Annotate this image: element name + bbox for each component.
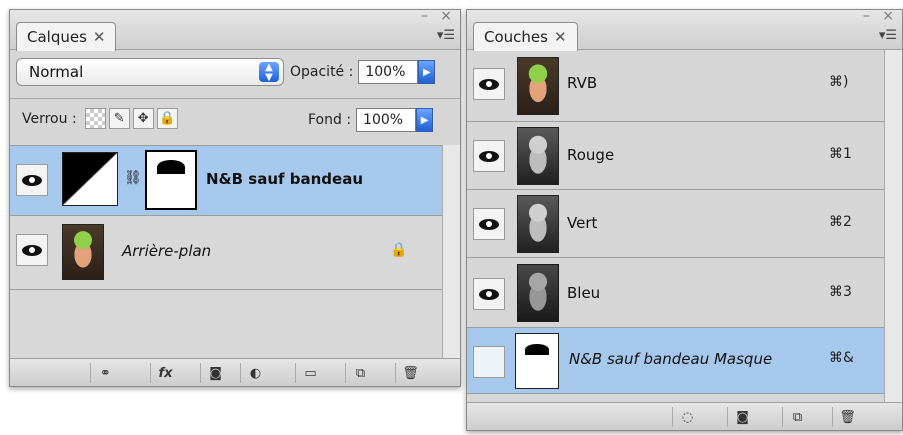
layer-name: N&B sauf bandeau (206, 170, 364, 188)
divider (10, 98, 460, 99)
visibility-eye-icon[interactable] (473, 278, 505, 310)
close-icon[interactable]: ✕ (554, 24, 567, 51)
channel-thumbnail (517, 57, 559, 115)
layers-panel-header: Calques ✕ – × ▾☰ (10, 8, 460, 51)
visibility-toggle-empty[interactable] (473, 346, 505, 378)
blend-mode-select[interactable]: Normal ▲ ▼ (16, 58, 284, 86)
trash-icon[interactable]: 🗑 (395, 363, 425, 383)
new-layer-icon[interactable]: ⧉ (345, 363, 375, 383)
lock-label: Verrou : (22, 110, 77, 127)
opacity-label: Opacité : (290, 64, 354, 80)
fill-control: Fond : 100% ▶ (308, 108, 434, 132)
mask-channel-thumbnail (515, 333, 559, 389)
fill-label: Fond : (308, 112, 352, 128)
collapse-icon[interactable]: – × (863, 8, 898, 24)
scrollbar[interactable] (884, 50, 902, 402)
mask-thumbnail[interactable] (145, 150, 197, 210)
scrollbar[interactable] (442, 145, 460, 358)
collapse-icon[interactable]: – × (421, 8, 456, 24)
adjustment-layer-icon[interactable]: ◐ (240, 363, 270, 383)
lock-icon: 🔒 (390, 242, 408, 258)
channel-shortcut: ⌘1 (829, 146, 852, 162)
visibility-eye-icon[interactable] (16, 164, 48, 196)
channel-name: RVB (567, 74, 598, 92)
visibility-eye-icon[interactable] (473, 208, 505, 240)
lock-all-icon[interactable]: 🔒 (156, 108, 178, 129)
opacity-arrow-icon[interactable]: ▶ (418, 60, 436, 84)
new-channel-icon[interactable]: ⧉ (782, 407, 812, 427)
lock-move-icon[interactable]: ✥ (132, 108, 154, 129)
channels-footer: ◌ ◙ ⧉ 🗑 (467, 402, 902, 430)
channel-shortcut: ⌘& (829, 350, 854, 366)
channel-shortcut: ⌘) (829, 74, 849, 90)
lock-controls: Verrou : ✎ ✥ 🔒 (22, 108, 178, 129)
channel-name: N&B sauf bandeau Masque (569, 350, 773, 368)
tab-couches-label: Couches (484, 27, 548, 46)
layer-thumbnail (62, 224, 104, 280)
layers-panel: Calques ✕ – × ▾☰ Normal ▲ ▼ Opacité : 100… (9, 8, 461, 387)
blend-mode-value: Normal (29, 63, 84, 81)
channel-row[interactable]: RVB ⌘) (467, 50, 884, 122)
channel-row[interactable]: Rouge ⌘1 (467, 122, 884, 190)
channel-name: Rouge (567, 146, 615, 164)
channel-row[interactable]: Bleu ⌘3 (467, 258, 884, 328)
channel-name: Vert (567, 214, 598, 232)
visibility-eye-icon[interactable] (16, 234, 48, 266)
opacity-field[interactable]: 100% (358, 60, 419, 84)
fill-arrow-icon[interactable]: ▶ (416, 108, 434, 132)
tab-calques-label: Calques (27, 27, 87, 46)
tab-couches[interactable]: Couches ✕ (473, 22, 578, 51)
channel-shortcut: ⌘2 (829, 214, 852, 230)
panel-menu-icon[interactable]: ▾☰ (879, 28, 897, 43)
channel-thumbnail (517, 127, 559, 185)
opacity-control: Opacité : 100% ▶ (290, 60, 436, 84)
lock-brush-icon[interactable]: ✎ (108, 108, 130, 129)
panel-menu-icon[interactable]: ▾☰ (437, 28, 455, 43)
adjustment-thumbnail (62, 152, 118, 206)
trash-icon[interactable]: 🗑 (832, 407, 862, 427)
lock-transparency-icon[interactable] (84, 108, 106, 129)
save-selection-icon[interactable]: ◙ (727, 407, 757, 427)
load-selection-icon[interactable]: ◌ (672, 407, 702, 427)
channels-panel: Couches ✕ – × ▾☰ RVB ⌘) Rouge ⌘1 Vert ⌘2 (466, 8, 903, 431)
visibility-eye-icon[interactable] (473, 140, 505, 172)
layer-row[interactable]: Arrière-plan 🔒 (10, 216, 442, 290)
layers-footer: ⚭ fx ◙ ◐ ▭ ⧉ 🗑 (10, 358, 460, 386)
new-group-icon[interactable]: ▭ (295, 363, 325, 383)
channel-row[interactable]: N&B sauf bandeau Masque ⌘& (467, 328, 884, 394)
visibility-eye-icon[interactable] (473, 68, 505, 100)
tab-calques[interactable]: Calques ✕ (16, 22, 117, 51)
link-icon[interactable]: ⛓ (124, 170, 142, 186)
channel-name: Bleu (567, 284, 601, 302)
add-mask-icon[interactable]: ◙ (200, 363, 230, 383)
fill-field[interactable]: 100% (356, 108, 417, 132)
channels-list: RVB ⌘) Rouge ⌘1 Vert ⌘2 Bleu ⌘3 N&B sauf (467, 50, 884, 402)
close-icon[interactable]: ✕ (93, 24, 106, 51)
channel-row[interactable]: Vert ⌘2 (467, 190, 884, 258)
channel-thumbnail (517, 264, 559, 322)
layer-name: Arrière-plan (122, 242, 212, 260)
channel-thumbnail (517, 195, 559, 253)
channel-shortcut: ⌘3 (829, 284, 852, 300)
link-layers-icon[interactable]: ⚭ (90, 363, 120, 383)
fx-icon[interactable]: fx (150, 363, 180, 383)
layers-list: ⛓ N&B sauf bandeau Arrière-plan 🔒 (10, 145, 442, 358)
layer-row[interactable]: ⛓ N&B sauf bandeau (10, 146, 442, 216)
select-arrows-icon: ▲ ▼ (259, 62, 279, 83)
channels-panel-header: Couches ✕ – × ▾☰ (467, 8, 902, 51)
